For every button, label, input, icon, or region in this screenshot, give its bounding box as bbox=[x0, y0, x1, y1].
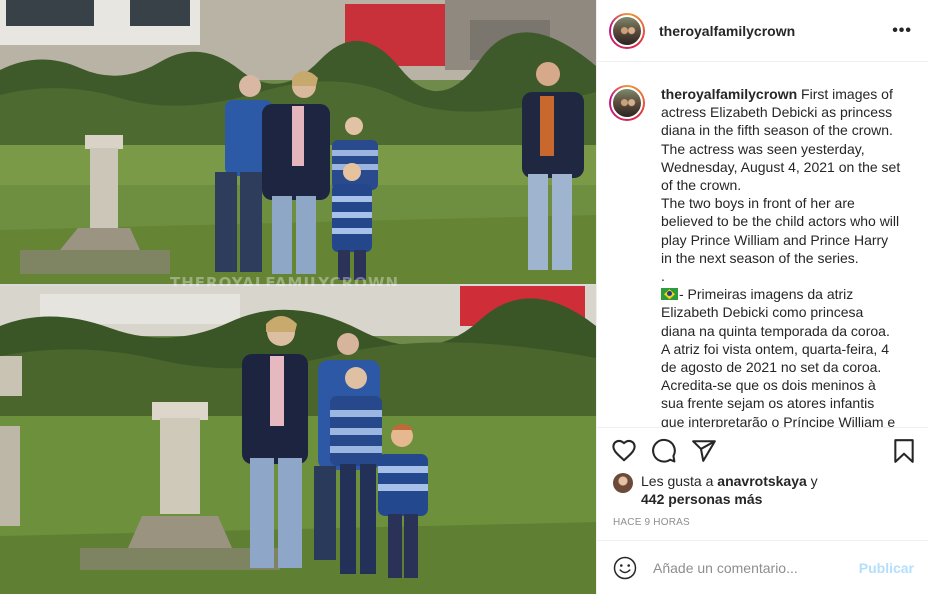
likes-count-link[interactable]: 442 personas más bbox=[641, 491, 762, 507]
likes-summary: Les gusta a anavrotskaya y 442 personas … bbox=[613, 472, 913, 508]
comment-input[interactable] bbox=[653, 559, 843, 576]
caption-text-portuguese: - Primeiras imagens da atriz Elizabeth D… bbox=[661, 286, 896, 427]
caption-username[interactable]: theroyalfamilycrown bbox=[661, 86, 797, 102]
likes-joiner: y bbox=[806, 473, 818, 489]
photo-panel-top bbox=[0, 0, 596, 284]
comment-icon[interactable] bbox=[651, 438, 679, 466]
post-header: theroyalfamilycrown ••• bbox=[597, 0, 928, 62]
post-photo[interactable]: THEROYALFAMILYCROWN bbox=[0, 0, 596, 594]
publish-button[interactable]: Publicar bbox=[859, 560, 914, 576]
bookmark-icon[interactable] bbox=[891, 438, 919, 466]
liker-username[interactable]: anavrotskaya bbox=[717, 473, 807, 489]
post-sidebar: theroyalfamilycrown ••• theroyalfamilycr… bbox=[596, 0, 928, 594]
photo-panel-bottom bbox=[0, 286, 596, 594]
share-icon[interactable] bbox=[691, 438, 719, 466]
caption-author-avatar[interactable] bbox=[609, 85, 645, 121]
author-avatar[interactable] bbox=[609, 12, 645, 49]
post-actions bbox=[597, 427, 928, 473]
brazil-flag-icon bbox=[661, 288, 678, 301]
more-horizontal-icon[interactable]: ••• bbox=[892, 22, 916, 40]
caption-text-english: First images of actress Elizabeth Debick… bbox=[661, 86, 901, 285]
post-timestamp[interactable]: HACE 9 HORAS bbox=[613, 517, 690, 528]
comment-bar: Publicar bbox=[597, 540, 928, 594]
caption: theroyalfamilycrown First images of actr… bbox=[661, 85, 901, 427]
author-username[interactable]: theroyalfamilycrown bbox=[659, 23, 795, 39]
emoji-smile-icon[interactable] bbox=[613, 556, 637, 580]
liker-avatar[interactable] bbox=[613, 473, 633, 493]
caption-area: theroyalfamilycrown First images of actr… bbox=[597, 63, 928, 427]
likes-prefix: Les gusta a bbox=[641, 473, 718, 489]
heart-icon[interactable] bbox=[611, 438, 639, 466]
